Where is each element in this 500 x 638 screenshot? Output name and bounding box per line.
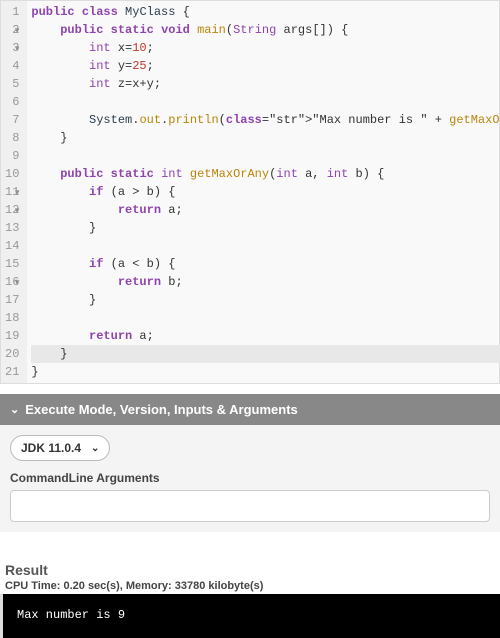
result-stats: CPU Time: 0.20 sec(s), Memory: 33780 kil… [5, 580, 500, 592]
code-line[interactable] [31, 237, 500, 255]
jdk-version-label: JDK 11.0.4 [21, 441, 81, 455]
gutter-line: 11 ▾ [5, 183, 19, 201]
code-line[interactable] [31, 309, 500, 327]
code-line[interactable]: System.out.println(class="str">"Max numb… [31, 111, 500, 129]
code-line[interactable] [31, 147, 500, 165]
chevron-down-icon: ⌄ [10, 403, 19, 416]
gutter-line: 9 [5, 147, 19, 165]
caret-down-icon: ⌄ [91, 443, 99, 454]
gutter-line: 12 [5, 201, 19, 219]
gutter-line: 20 [5, 345, 19, 363]
gutter-line: 5 [5, 75, 19, 93]
gutter-line: 4 [5, 57, 19, 75]
code-line[interactable]: public static int getMaxOrAny(int a, int… [31, 165, 500, 183]
line-gutter: 1 ▾2 ▾3 4 5 6 7 8 9 10 ▾11 ▾12 13 14 15 … [1, 1, 27, 383]
code-line[interactable]: if (a < b) { [31, 255, 500, 273]
gutter-line: 18 [5, 309, 19, 327]
code-line[interactable]: public class MyClass { [31, 3, 500, 21]
code-line[interactable]: return a; [31, 201, 500, 219]
cmdline-label: CommandLine Arguments [10, 471, 490, 485]
execute-panel-header[interactable]: ⌄ Execute Mode, Version, Inputs & Argume… [0, 394, 500, 425]
code-area[interactable]: public class MyClass { public static voi… [27, 1, 500, 383]
gutter-line: 14 [5, 237, 19, 255]
code-line[interactable]: public static void main(String args[]) { [31, 21, 500, 39]
gutter-line: 19 [5, 327, 19, 345]
code-line[interactable]: int y=25; [31, 57, 500, 75]
code-line[interactable]: return b; [31, 273, 500, 291]
code-line[interactable] [31, 93, 500, 111]
execute-panel-body: JDK 11.0.4 ⌄ CommandLine Arguments [0, 425, 500, 532]
code-line[interactable]: int z=x+y; [31, 75, 500, 93]
gutter-line: 10 ▾ [5, 165, 19, 183]
gutter-line: 8 [5, 129, 19, 147]
gutter-line: 16 [5, 273, 19, 291]
code-line[interactable]: } [31, 345, 500, 363]
console-output: Max number is 9 [0, 594, 500, 638]
code-line[interactable]: int x=10; [31, 39, 500, 57]
gutter-line: 13 [5, 219, 19, 237]
fold-icon[interactable] [11, 382, 19, 400]
code-editor[interactable]: 1 ▾2 ▾3 4 5 6 7 8 9 10 ▾11 ▾12 13 14 15 … [0, 0, 500, 384]
console-text: Max number is 9 [17, 608, 125, 622]
gutter-line: 2 ▾ [5, 21, 19, 39]
cmdline-input[interactable] [10, 490, 490, 522]
code-line[interactable]: } [31, 363, 500, 381]
code-line[interactable]: if (a > b) { [31, 183, 500, 201]
result-heading: Result [5, 562, 500, 578]
jdk-version-dropdown[interactable]: JDK 11.0.4 ⌄ [10, 435, 110, 461]
gutter-line: 21 [5, 363, 19, 381]
gutter-line: 6 [5, 93, 19, 111]
code-line[interactable]: } [31, 129, 500, 147]
code-line[interactable]: } [31, 219, 500, 237]
gutter-line: 7 [5, 111, 19, 129]
gutter-line: 17 [5, 291, 19, 309]
code-line[interactable]: } [31, 291, 500, 309]
gutter-line: 15 ▾ [5, 255, 19, 273]
panel-title: Execute Mode, Version, Inputs & Argument… [25, 402, 298, 417]
gutter-line: 1 ▾ [5, 3, 19, 21]
gutter-line: 3 [5, 39, 19, 57]
code-line[interactable]: return a; [31, 327, 500, 345]
